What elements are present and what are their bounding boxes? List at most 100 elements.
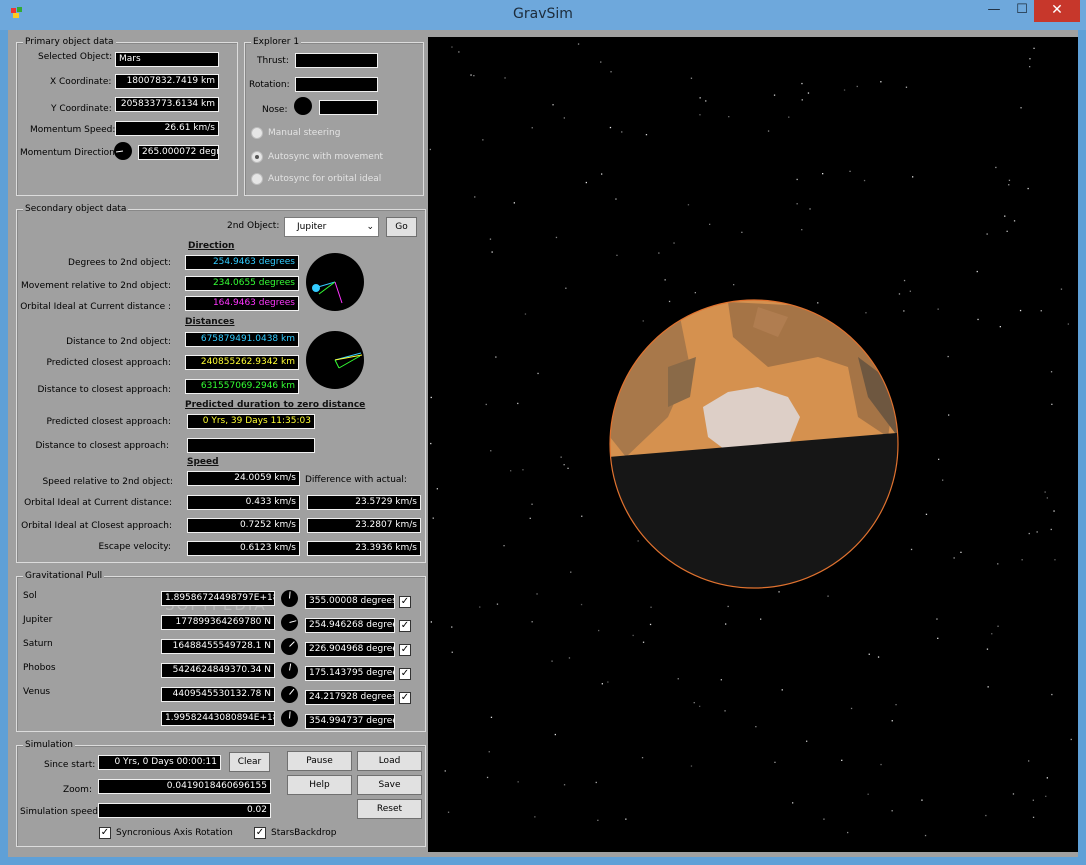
gravity-enable-checkbox[interactable]: ✓ xyxy=(399,596,411,608)
x-coordinate-field[interactable]: 18007832.7419 km xyxy=(115,74,219,89)
predicted-duration-field[interactable]: 0 Yrs, 39 Days 11:35:03 xyxy=(187,414,315,429)
gravity-force-field[interactable]: 1.89586724498797E+18 N xyxy=(161,591,275,606)
selected-object-field[interactable]: Mars xyxy=(115,52,219,67)
gravity-direction-dial-icon xyxy=(281,662,298,679)
relative-speed-label: Speed relative to 2nd object: xyxy=(42,477,173,487)
autosync-movement-label: Autosync with movement xyxy=(268,152,384,162)
second-object-value: Jupiter xyxy=(297,222,327,232)
escape-velocity-label: Escape velocity: xyxy=(98,542,171,552)
clear-button[interactable]: Clear xyxy=(229,752,270,772)
momentum-speed-label: Momentum Speed: xyxy=(30,125,116,135)
manual-steering-radio[interactable] xyxy=(251,127,263,139)
orbital-ideal-field[interactable]: 164.9463 degrees xyxy=(185,296,299,311)
escape-velocity-diff-field[interactable]: 23.3936 km/s xyxy=(307,541,421,556)
escape-velocity-field[interactable]: 0.6123 km/s xyxy=(187,541,300,556)
orbital-current-diff-field[interactable]: 23.5729 km/s xyxy=(307,495,421,510)
predicted-duration-label: Predicted closest approach: xyxy=(46,417,171,427)
selected-object-label: Selected Object: xyxy=(38,52,113,62)
distance-field[interactable]: 675879491.0438 km xyxy=(185,332,299,347)
gravity-direction-dial-icon xyxy=(281,590,298,607)
gravity-direction-dial-icon xyxy=(281,614,298,631)
distance-duration-label: Distance to closest approach: xyxy=(35,441,169,451)
minimize-button[interactable]: — xyxy=(980,0,1008,22)
group-title: Explorer 1 xyxy=(251,37,302,47)
gravity-degrees-field[interactable]: 24.217928 degrees xyxy=(305,690,395,705)
rotation-field[interactable] xyxy=(295,77,378,92)
gravity-degrees-field[interactable]: 226.904968 degrees xyxy=(305,642,395,657)
gravity-degrees-field[interactable]: 254.946268 degrees xyxy=(305,618,395,633)
gravity-body-label: Saturn xyxy=(23,639,53,649)
predicted-closest-label: Predicted closest approach: xyxy=(46,358,171,368)
gravity-enable-checkbox[interactable]: ✓ xyxy=(399,620,411,632)
rotation-label: Rotation: xyxy=(249,80,290,90)
gravity-force-field[interactable]: 1.99582443080894E+18 N xyxy=(161,711,275,726)
stars-backdrop-label: StarsBackdrop xyxy=(271,828,337,838)
maximize-button[interactable]: ☐ xyxy=(1008,0,1036,22)
gravity-force-field[interactable]: 16488455549728.1 N xyxy=(161,639,275,654)
gravity-degrees-field[interactable]: 355.00008 degrees xyxy=(305,594,395,609)
gravity-body-label: Jupiter xyxy=(23,615,53,625)
title-bar: GravSim — ☐ ✕ xyxy=(0,0,1086,30)
stars-backdrop-checkbox[interactable]: ✓ xyxy=(254,827,266,839)
gravity-body-label: Venus xyxy=(23,687,51,697)
since-start-field[interactable]: 0 Yrs, 0 Days 00:00:11 xyxy=(98,755,221,770)
degrees-label: Degrees to 2nd object: xyxy=(68,258,171,268)
speed-header: Speed xyxy=(187,457,219,467)
movement-label: Movement relative to 2nd object: xyxy=(20,281,171,291)
go-button[interactable]: Go xyxy=(386,217,417,237)
relative-speed-field[interactable]: 24.0059 km/s xyxy=(187,471,300,486)
gravity-force-field[interactable]: 4409545530132.78 N xyxy=(161,687,275,702)
orbital-closest-field[interactable]: 0.7252 km/s xyxy=(187,518,300,533)
degrees-field[interactable]: 254.9463 degrees xyxy=(185,255,299,270)
thrust-field[interactable] xyxy=(295,53,378,68)
gravity-degrees-field[interactable]: 175.143795 degrees xyxy=(305,666,395,681)
gravity-direction-dial-icon xyxy=(281,638,298,655)
app-window: GravSim — ☐ ✕ Primary object data Select… xyxy=(0,0,1086,865)
momentum-speed-field[interactable]: 26.61 km/s xyxy=(115,121,219,136)
momentum-direction-field[interactable]: 265.000072 degrees xyxy=(138,145,219,160)
zoom-field[interactable]: 0.0419018460696155 xyxy=(98,779,271,794)
autosync-orbital-radio[interactable] xyxy=(251,173,263,185)
gravity-degrees-field[interactable]: 354.994737 degrees xyxy=(305,714,395,729)
help-button[interactable]: Help xyxy=(287,775,352,795)
nose-label: Nose: xyxy=(262,105,288,115)
load-button[interactable]: Load xyxy=(357,751,422,771)
gravity-direction-dial-icon xyxy=(281,710,298,727)
distance-closest-label: Distance to closest approach: xyxy=(37,385,171,395)
gravity-direction-dial-icon xyxy=(281,686,298,703)
reset-button[interactable]: Reset xyxy=(357,799,422,819)
y-coordinate-label: Y Coordinate: xyxy=(51,104,112,114)
direction-dial-icon xyxy=(306,253,364,311)
sync-axis-checkbox[interactable]: ✓ xyxy=(99,827,111,839)
nose-field[interactable] xyxy=(319,100,378,115)
distance-duration-field[interactable] xyxy=(187,438,315,453)
autosync-movement-radio[interactable] xyxy=(251,151,263,163)
orbital-closest-diff-field[interactable]: 23.2807 km/s xyxy=(307,518,421,533)
distance-closest-field[interactable]: 631557069.2946 km xyxy=(185,379,299,394)
orbital-closest-label: Orbital Ideal at Closest approach: xyxy=(21,521,172,531)
group-title: Gravitational Pull xyxy=(23,571,105,581)
gravity-enable-checkbox[interactable]: ✓ xyxy=(399,692,411,704)
group-title: Simulation xyxy=(23,740,75,750)
pause-button[interactable]: Pause xyxy=(287,751,352,771)
save-button[interactable]: Save xyxy=(357,775,422,795)
simulation-speed-label: Simulation speed: xyxy=(20,807,102,817)
predicted-closest-field[interactable]: 240855262.9342 km xyxy=(185,355,299,370)
gravity-body-label: Sol xyxy=(23,591,37,601)
zoom-label: Zoom: xyxy=(63,785,92,795)
momentum-direction-label: Momentum Direction: xyxy=(20,148,118,158)
y-coordinate-field[interactable]: 205833773.6134 km xyxy=(115,97,219,112)
second-object-select[interactable]: Jupiter ⌄ xyxy=(284,217,379,237)
gravity-force-field[interactable]: 177899364269780 N xyxy=(161,615,275,630)
gravity-enable-checkbox[interactable]: ✓ xyxy=(399,668,411,680)
gravity-enable-checkbox[interactable]: ✓ xyxy=(399,644,411,656)
close-button[interactable]: ✕ xyxy=(1034,0,1080,22)
nose-dial-icon xyxy=(294,97,312,115)
gravity-body-label: Phobos xyxy=(23,663,56,673)
space-viewport[interactable] xyxy=(428,37,1078,852)
chevron-down-icon: ⌄ xyxy=(366,222,374,232)
movement-field[interactable]: 234.0655 degrees xyxy=(185,276,299,291)
orbital-current-field[interactable]: 0.433 km/s xyxy=(187,495,300,510)
simulation-speed-field[interactable]: 0.02 xyxy=(98,803,271,818)
gravity-force-field[interactable]: 5424624849370.34 N xyxy=(161,663,275,678)
